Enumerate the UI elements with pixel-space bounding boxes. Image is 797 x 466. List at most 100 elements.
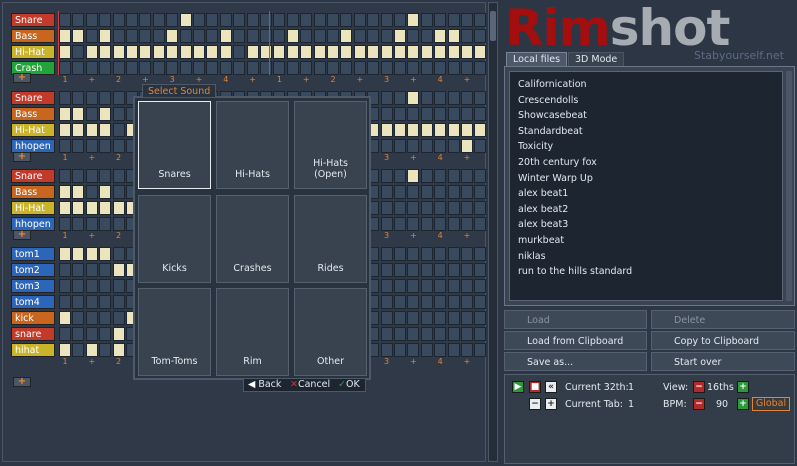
add-track-button[interactable]: + (13, 230, 31, 240)
file-item[interactable]: 20th century fox (518, 155, 774, 171)
ok-button[interactable]: ✓OK (338, 379, 360, 391)
step-cell[interactable] (112, 13, 125, 27)
step-cell[interactable] (407, 169, 420, 183)
add-track-button[interactable]: + (13, 73, 31, 83)
step-cell[interactable] (85, 247, 98, 261)
step-cell[interactable] (434, 139, 447, 153)
step-cell[interactable] (59, 91, 71, 105)
step-cell[interactable] (420, 311, 433, 325)
step-cell[interactable] (447, 13, 460, 27)
tab-minus-button[interactable]: − (529, 398, 541, 410)
step-cell[interactable] (206, 29, 219, 43)
step-cell[interactable] (152, 13, 165, 27)
step-cell[interactable] (85, 343, 98, 357)
step-cell[interactable] (434, 91, 447, 105)
step-cell[interactable] (85, 217, 98, 231)
step-cell[interactable] (407, 201, 420, 215)
step-cell[interactable] (246, 29, 259, 43)
step-cell[interactable] (193, 61, 205, 75)
track-label[interactable]: tom3 (11, 279, 55, 293)
step-cell[interactable] (407, 123, 420, 137)
step-cell[interactable] (447, 311, 460, 325)
step-cell[interactable] (99, 45, 112, 59)
add-track-button[interactable]: + (13, 152, 31, 162)
step-cell[interactable] (380, 107, 393, 121)
step-cell[interactable] (380, 263, 393, 277)
step-cell[interactable] (394, 201, 406, 215)
tab-local-files[interactable]: Local files (506, 52, 568, 66)
step-cell[interactable] (139, 29, 152, 43)
file-item[interactable]: alex beat2 (518, 202, 774, 218)
step-cell[interactable] (300, 29, 313, 43)
step-cell[interactable] (246, 45, 259, 59)
step-cell[interactable] (139, 45, 152, 59)
step-cell[interactable] (353, 45, 366, 59)
step-cell[interactable] (434, 263, 447, 277)
step-cell[interactable] (474, 295, 487, 309)
step-cell[interactable] (99, 29, 112, 43)
step-cell[interactable] (434, 279, 447, 293)
step-cell[interactable] (72, 217, 85, 231)
step-cell[interactable] (474, 311, 487, 325)
step-cell[interactable] (447, 247, 460, 261)
step-cell[interactable] (85, 263, 98, 277)
step-cell[interactable] (112, 107, 125, 121)
step-cell[interactable] (380, 217, 393, 231)
step-cell[interactable] (394, 343, 406, 357)
step-cell[interactable] (461, 61, 473, 75)
file-item[interactable]: Winter Warp Up (518, 171, 774, 187)
step-cell[interactable] (72, 45, 85, 59)
step-cell[interactable] (461, 29, 473, 43)
step-cell[interactable] (461, 201, 473, 215)
step-cell[interactable] (474, 247, 487, 261)
step-cell[interactable] (367, 61, 380, 75)
sound-option-crashes[interactable]: Crashes (216, 195, 289, 283)
global-button[interactable]: Global (752, 397, 790, 411)
step-cell[interactable] (166, 29, 179, 43)
step-cell[interactable] (461, 139, 473, 153)
step-cell[interactable] (394, 29, 406, 43)
step-cell[interactable] (461, 279, 473, 293)
step-cell[interactable] (474, 327, 487, 341)
step-cell[interactable] (300, 13, 313, 27)
step-cell[interactable] (313, 61, 326, 75)
step-cell[interactable] (206, 45, 219, 59)
step-cell[interactable] (327, 29, 339, 43)
step-cell[interactable] (434, 29, 447, 43)
step-cell[interactable] (313, 45, 326, 59)
step-cell[interactable] (340, 13, 353, 27)
view-plus-button[interactable]: + (737, 381, 749, 393)
step-cell[interactable] (474, 45, 487, 59)
step-cell[interactable] (166, 61, 179, 75)
step-cell[interactable] (420, 247, 433, 261)
step-cell[interactable] (407, 91, 420, 105)
step-cell[interactable] (112, 263, 125, 277)
step-cell[interactable] (72, 13, 85, 27)
step-cell[interactable] (112, 247, 125, 261)
step-cell[interactable] (152, 29, 165, 43)
tab-plus-button[interactable]: + (545, 398, 557, 410)
step-cell[interactable] (474, 279, 487, 293)
step-cell[interactable] (219, 61, 232, 75)
step-cell[interactable] (99, 123, 112, 137)
step-cell[interactable] (85, 295, 98, 309)
step-cell[interactable] (59, 45, 71, 59)
step-cell[interactable] (434, 201, 447, 215)
track-label[interactable]: Bass (11, 185, 55, 199)
file-item[interactable]: alex beat3 (518, 217, 774, 233)
step-cell[interactable] (193, 29, 205, 43)
step-cell[interactable] (99, 61, 112, 75)
track-label[interactable]: snare (11, 327, 55, 341)
step-cell[interactable] (380, 295, 393, 309)
step-cell[interactable] (72, 29, 85, 43)
step-cell[interactable] (59, 263, 71, 277)
step-cell[interactable] (126, 45, 138, 59)
step-cell[interactable] (152, 61, 165, 75)
step-cell[interactable] (99, 217, 112, 231)
step-cell[interactable] (286, 61, 299, 75)
step-cell[interactable] (407, 29, 420, 43)
step-cell[interactable] (300, 61, 313, 75)
step-cell[interactable] (340, 45, 353, 59)
step-cell[interactable] (434, 61, 447, 75)
step-cell[interactable] (394, 185, 406, 199)
